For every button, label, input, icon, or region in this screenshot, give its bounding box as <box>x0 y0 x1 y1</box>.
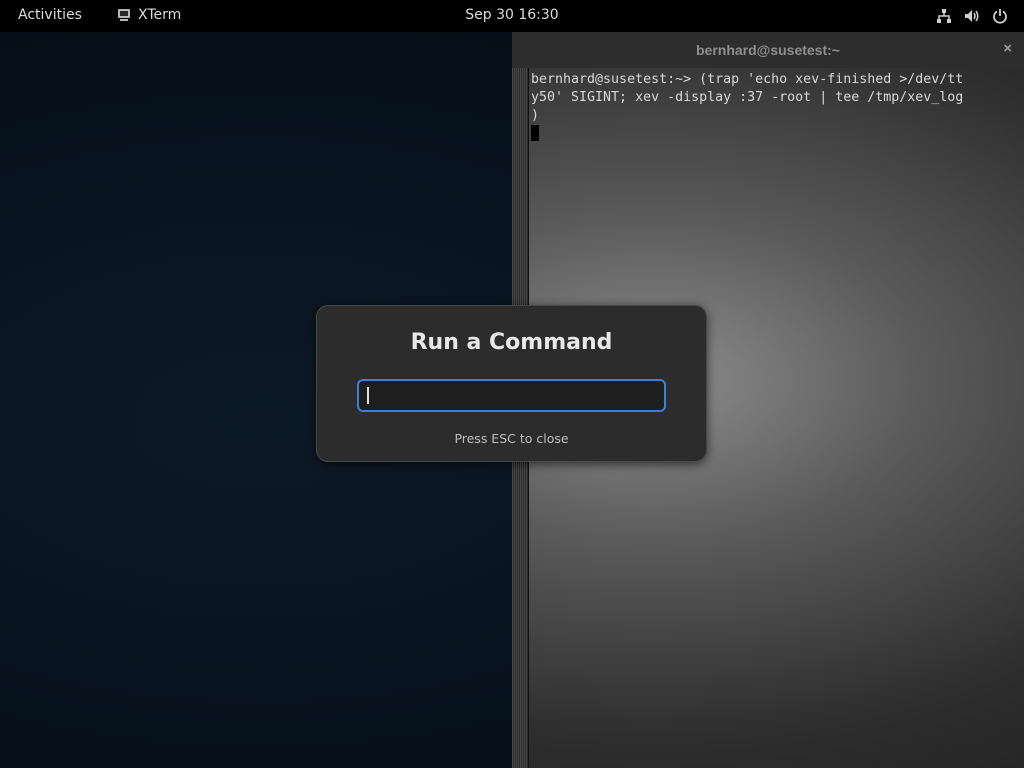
xterm-titlebar[interactable]: bernhard@susetest:~ × <box>512 32 1024 68</box>
top-bar: Activities XTerm Sep 30 16:30 <box>0 0 1024 32</box>
power-icon <box>992 8 1008 24</box>
command-input[interactable] <box>357 379 666 412</box>
terminal-output[interactable]: bernhard@susetest:~> (trap 'echo xev-fin… <box>531 71 1021 144</box>
text-caret <box>367 387 369 404</box>
volume-icon <box>964 8 980 24</box>
window-title: bernhard@susetest:~ <box>696 42 840 58</box>
terminal-line: ) <box>531 108 540 123</box>
run-command-dialog: Run a Command Press ESC to close <box>316 305 707 462</box>
clock[interactable]: Sep 30 16:30 <box>0 7 1024 23</box>
terminal-line: y50' SIGINT; xev -display :37 -root | te… <box>531 90 964 105</box>
dialog-title: Run a Command <box>410 330 613 355</box>
dialog-hint: Press ESC to close <box>454 431 569 446</box>
terminal-line: bernhard@susetest:~> (trap 'echo xev-fin… <box>531 72 964 87</box>
terminal-cursor <box>531 125 539 141</box>
network-icon <box>936 8 952 24</box>
close-icon[interactable]: × <box>1003 40 1012 57</box>
system-status-area[interactable] <box>936 8 1008 24</box>
